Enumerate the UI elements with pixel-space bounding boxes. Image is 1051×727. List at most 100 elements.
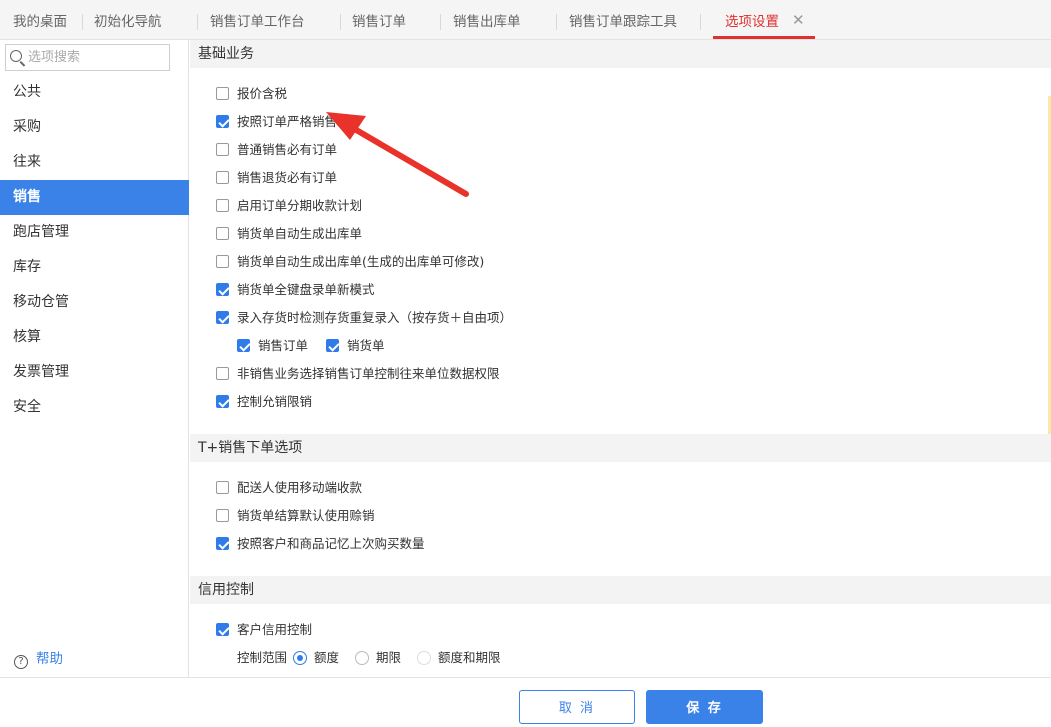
- option-auto-outbound[interactable]: 销货单自动生成出库单: [216, 223, 362, 243]
- radio-selected[interactable]: [293, 651, 307, 665]
- option-label: 销售订单: [258, 338, 309, 353]
- option-label: 销货单自动生成出库单: [237, 226, 363, 241]
- section-title-basic: 基础业务: [190, 40, 1051, 68]
- option-installment-plan[interactable]: 启用订单分期收款计划: [216, 195, 362, 215]
- tab-sales-outbound[interactable]: 销售出库单: [453, 10, 521, 32]
- sidebar-item-purchase[interactable]: 采购: [0, 110, 189, 145]
- option-label: 销货单全键盘录单新模式: [237, 282, 375, 297]
- option-label: 客户信用控制: [237, 622, 313, 637]
- option-label: 按照订单严格销售: [237, 114, 338, 129]
- settings-panel: 基础业务 报价含税 按照订单严格销售 普通销售必有订单 销售退货必有订单 启用订…: [190, 40, 1051, 677]
- option-label: 非销售业务选择销售订单控制往来单位数据权限: [237, 366, 500, 381]
- radio-unselected[interactable]: [417, 651, 431, 665]
- option-label: 普通销售必有订单: [237, 142, 338, 157]
- control-range-label: 控制范围: [237, 650, 288, 665]
- option-label: 控制允销限销: [237, 394, 313, 409]
- option-normal-sales-require-order[interactable]: 普通销售必有订单: [216, 139, 337, 159]
- tab-bar: 我的桌面 初始化导航 销售订单工作台 销售订单 销售出库单 销售订单跟踪工具 选…: [0, 0, 1051, 40]
- help-link[interactable]: ? 帮助: [14, 647, 63, 669]
- radio-amount-and-term[interactable]: 额度和期限: [417, 647, 501, 667]
- sidebar-item-inventory[interactable]: 库存: [0, 250, 189, 285]
- radio-amount[interactable]: 额度: [293, 647, 339, 667]
- sidebar-item-store-visit[interactable]: 跑店管理: [0, 215, 189, 250]
- checkbox-checked[interactable]: [216, 283, 229, 296]
- tab-init-nav[interactable]: 初始化导航: [94, 10, 162, 32]
- checkbox-checked[interactable]: [216, 311, 229, 324]
- radio-label: 额度: [314, 650, 340, 665]
- save-button[interactable]: 保 存: [646, 690, 763, 724]
- checkbox-checked[interactable]: [326, 339, 339, 352]
- checkbox-checked[interactable]: [237, 339, 250, 352]
- option-non-sales-data-permission[interactable]: 非销售业务选择销售订单控制往来单位数据权限: [216, 363, 500, 383]
- tab-option-settings[interactable]: 选项设置: [725, 10, 779, 32]
- option-quote-tax[interactable]: 报价含税: [216, 83, 287, 103]
- option-customer-credit-control[interactable]: 客户信用控制: [216, 619, 312, 639]
- option-label: 销货单自动生成出库单(生成的出库单可修改): [237, 254, 485, 269]
- tab-my-desktop[interactable]: 我的桌面: [13, 10, 67, 32]
- checkbox[interactable]: [216, 171, 229, 184]
- radio-label: 期限: [376, 650, 402, 665]
- tab-sales-order-tracking[interactable]: 销售订单跟踪工具: [569, 10, 677, 32]
- cancel-button[interactable]: 取 消: [519, 690, 635, 724]
- tab-separator: [556, 14, 557, 30]
- tab-separator: [700, 14, 701, 30]
- sidebar-item-security[interactable]: 安全: [0, 390, 189, 425]
- active-tab-indicator: [713, 36, 815, 39]
- checkbox-checked[interactable]: [216, 115, 229, 128]
- search-icon: [10, 50, 22, 62]
- checkbox-checked[interactable]: [216, 537, 229, 550]
- checkbox[interactable]: [216, 367, 229, 380]
- sidebar-item-public[interactable]: 公共: [0, 75, 189, 110]
- radio-unselected[interactable]: [355, 651, 369, 665]
- option-label: 启用订单分期收款计划: [237, 198, 363, 213]
- help-icon: ?: [14, 655, 28, 669]
- checkbox[interactable]: [216, 227, 229, 240]
- option-label: 销售退货必有订单: [237, 170, 338, 185]
- option-label: 报价含税: [237, 86, 288, 101]
- sidebar-item-invoice[interactable]: 发票管理: [0, 355, 189, 390]
- option-mobile-collection[interactable]: 配送人使用移动端收款: [216, 477, 362, 497]
- option-remember-last-qty[interactable]: 按照客户和商品记忆上次购买数量: [216, 533, 425, 553]
- tab-separator: [340, 14, 341, 30]
- option-label: 按照客户和商品记忆上次购买数量: [237, 536, 425, 551]
- sidebar-item-mobile-warehouse[interactable]: 移动仓管: [0, 285, 189, 320]
- sub-option-sales-slip[interactable]: 销货单: [326, 335, 385, 355]
- checkbox[interactable]: [216, 199, 229, 212]
- sidebar: 公共 采购 往来 销售 跑店管理 库存 移动仓管 核算 发票管理 安全 ? 帮助: [0, 40, 189, 677]
- checkbox[interactable]: [216, 143, 229, 156]
- tab-sales-order-workbench[interactable]: 销售订单工作台: [210, 10, 305, 32]
- option-keyboard-entry-mode[interactable]: 销货单全键盘录单新模式: [216, 279, 375, 299]
- search-box: [5, 44, 170, 71]
- option-allow-restrict-sales[interactable]: 控制允销限销: [216, 391, 312, 411]
- section-title-credit: 信用控制: [190, 576, 1051, 604]
- sidebar-item-sales[interactable]: 销售: [0, 180, 189, 215]
- footer-bar: 取 消 保 存: [0, 677, 1051, 724]
- tab-separator: [197, 14, 198, 30]
- section-title-tplus: T+销售下单选项: [190, 434, 1051, 462]
- help-label: 帮助: [36, 651, 63, 667]
- option-label: 录入存货时检测存货重复录入（按存货＋自由项）: [237, 310, 513, 325]
- option-label: 销货单结算默认使用赊销: [237, 508, 375, 523]
- close-icon[interactable]: ✕: [792, 11, 805, 29]
- sidebar-item-accounts[interactable]: 往来: [0, 145, 189, 180]
- option-auto-outbound-editable[interactable]: 销货单自动生成出库单(生成的出库单可修改): [216, 251, 484, 271]
- checkbox[interactable]: [216, 509, 229, 522]
- checkbox-checked[interactable]: [216, 395, 229, 408]
- checkbox[interactable]: [216, 481, 229, 494]
- option-strict-order-sales[interactable]: 按照订单严格销售: [216, 111, 337, 131]
- radio-term[interactable]: 期限: [355, 647, 401, 667]
- radio-label: 额度和期限: [438, 650, 501, 665]
- tab-separator: [82, 14, 83, 30]
- option-return-require-order[interactable]: 销售退货必有订单: [216, 167, 337, 187]
- sub-option-sales-order[interactable]: 销售订单: [237, 335, 308, 355]
- checkbox-checked[interactable]: [216, 623, 229, 636]
- option-default-credit-sale[interactable]: 销货单结算默认使用赊销: [216, 505, 375, 525]
- tab-sales-order[interactable]: 销售订单: [352, 10, 406, 32]
- option-label: 配送人使用移动端收款: [237, 480, 363, 495]
- tab-separator: [440, 14, 441, 30]
- option-duplicate-check[interactable]: 录入存货时检测存货重复录入（按存货＋自由项）: [216, 307, 512, 327]
- checkbox[interactable]: [216, 255, 229, 268]
- sidebar-item-accounting[interactable]: 核算: [0, 320, 189, 355]
- checkbox[interactable]: [216, 87, 229, 100]
- search-input[interactable]: [28, 47, 168, 68]
